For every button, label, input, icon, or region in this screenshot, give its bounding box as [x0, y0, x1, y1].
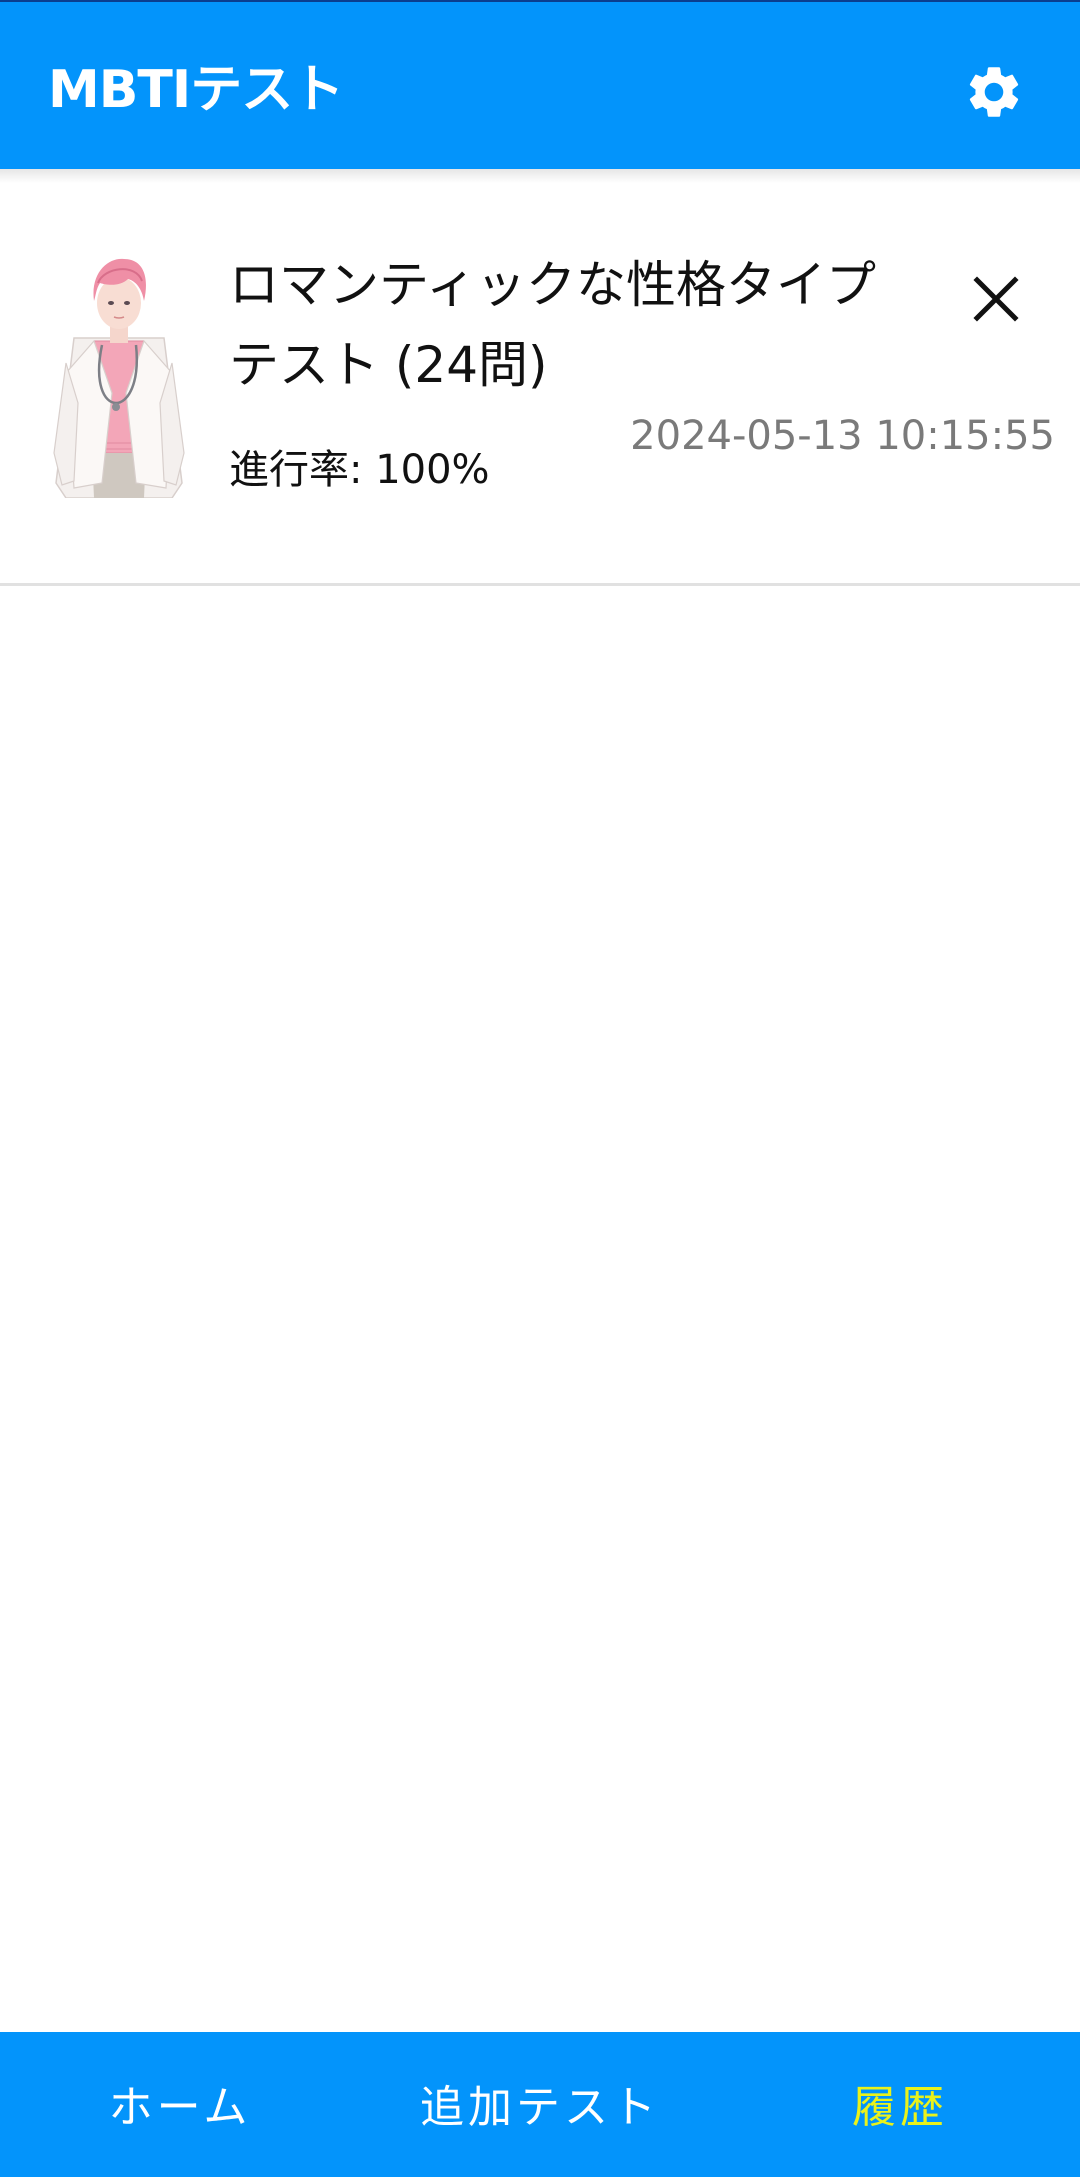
progress-text: 進行率: 100% [229, 447, 490, 493]
nav-additional-tests[interactable]: 追加テスト [400, 2078, 680, 2138]
list-divider [0, 583, 1080, 586]
app-bar: MBTIテスト [0, 0, 1080, 169]
nav-history[interactable]: 履歴 [820, 2078, 980, 2138]
close-icon [973, 276, 1019, 322]
settings-button[interactable] [960, 58, 1028, 126]
bottom-navigation: ホーム 追加テスト 履歴 [0, 2032, 1080, 2177]
app-root: MBTIテスト ロマンティックな性格タイプテスト (24問) 進行率: 100%… [0, 0, 1080, 2177]
delete-history-button[interactable] [965, 268, 1027, 330]
app-bar-shadow [0, 169, 1080, 183]
test-title: ロマンティックな性格タイプテスト (24問) [229, 256, 876, 394]
nav-home[interactable]: ホーム [80, 2078, 280, 2138]
app-title: MBTIテスト [48, 60, 344, 120]
timestamp: 2024-05-13 10:15:55 [630, 413, 1055, 459]
test-thumbnail [53, 258, 185, 498]
gear-icon [969, 67, 1019, 117]
history-list-item[interactable]: ロマンティックな性格タイプテスト (24問) 進行率: 100% 2024-05… [0, 183, 1080, 584]
